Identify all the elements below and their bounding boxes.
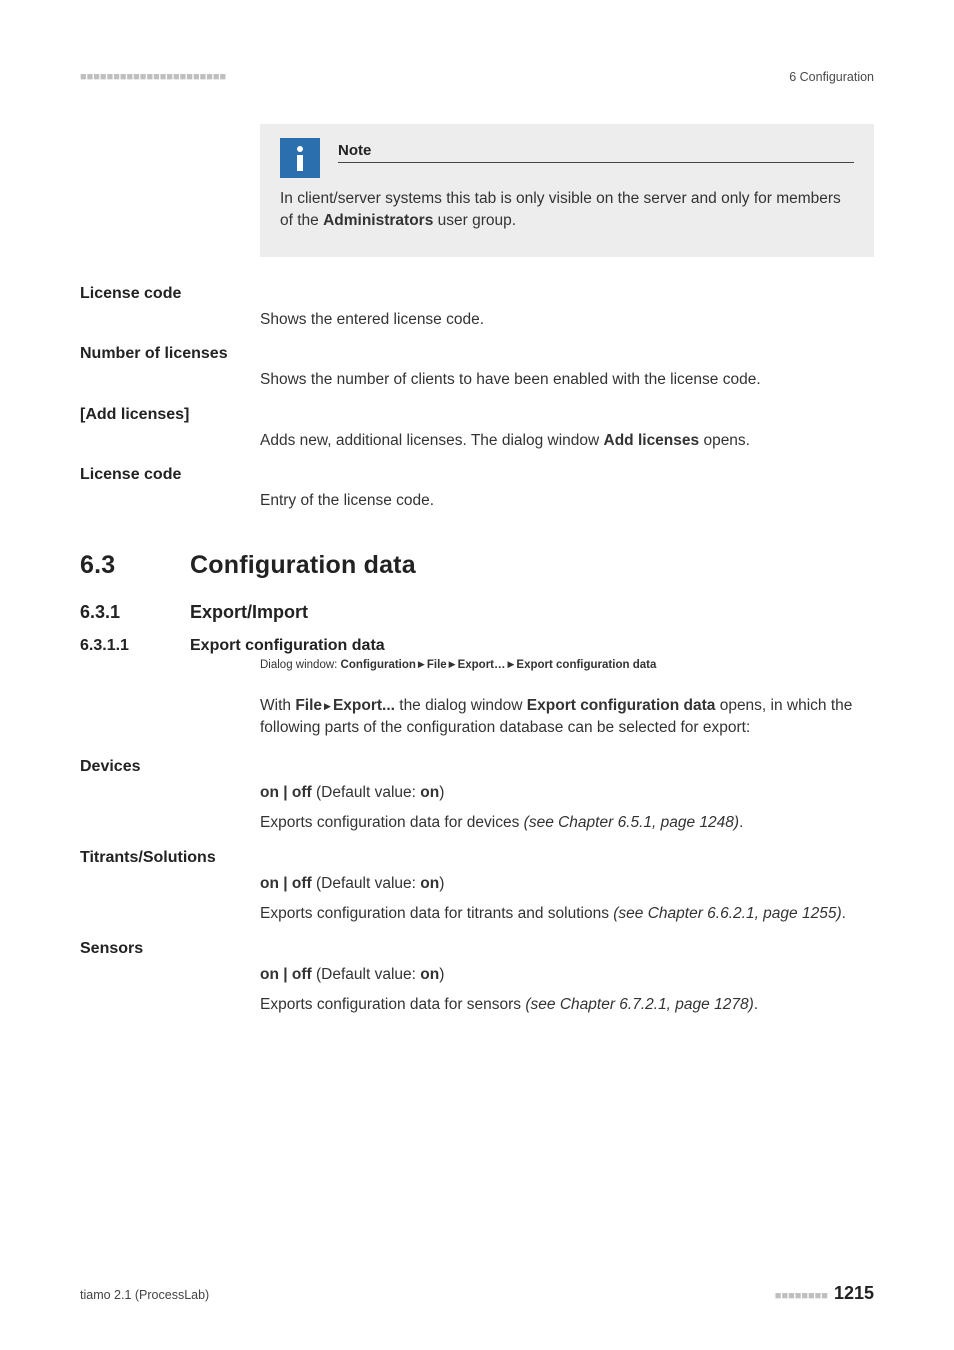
triangle-icon: ▶ — [416, 659, 427, 670]
option-label: Titrants/Solutions — [80, 849, 260, 926]
option-default-mid: (Default value: — [312, 966, 421, 983]
subsubsection-title: Export configuration data — [190, 637, 385, 654]
note-box: Note In client/server systems this tab i… — [260, 124, 874, 257]
triangle-icon: ▶ — [322, 700, 333, 713]
option-group: Titrants/Solutions on | off (Default val… — [80, 849, 874, 926]
option-group: Devices on | off (Default value: on) Exp… — [80, 758, 874, 835]
header-section-label: 6 Configuration — [789, 70, 874, 84]
option-default-val: on — [420, 784, 439, 801]
term-row: License code Entry of the license code. — [80, 466, 874, 512]
term-row: License code Shows the entered license c… — [80, 285, 874, 331]
term-body-post: opens. — [699, 432, 750, 449]
option-default-val: on — [420, 966, 439, 983]
option-default-post: ) — [439, 784, 444, 801]
note-body-post: user group. — [433, 212, 516, 229]
intro-mid: the dialog window — [395, 697, 527, 714]
option-label: Devices — [80, 758, 260, 835]
option-default-mid: (Default value: — [312, 784, 421, 801]
option-desc-ref: (see Chapter 6.5.1, page 1248) — [524, 814, 739, 831]
header-dots: ■■■■■■■■■■■■■■■■■■■■■■ — [80, 71, 226, 83]
option-desc-pre: Exports configuration data for sensors — [260, 996, 525, 1013]
dialog-path-prefix: Dialog window: — [260, 659, 341, 671]
page-header: ■■■■■■■■■■■■■■■■■■■■■■ 6 Configuration — [80, 70, 874, 84]
term-body-bold: Add licenses — [604, 432, 700, 449]
option-default-mid: (Default value: — [312, 875, 421, 892]
option-default-onoff: on | off — [260, 784, 312, 801]
term-row: [Add licenses] Adds new, additional lice… — [80, 406, 874, 452]
option-desc-pre: Exports configuration data for titrants … — [260, 905, 613, 922]
dialog-path-part: Export configuration data — [516, 659, 656, 671]
option-body: on | off (Default value: on) Exports con… — [260, 758, 874, 835]
section-number: 6.3 — [80, 551, 190, 580]
option-desc-pre: Exports configuration data for devices — [260, 814, 524, 831]
intro-bold: Export... — [333, 697, 395, 714]
triangle-icon: ▶ — [506, 659, 517, 670]
term-body: Shows the number of clients to have been… — [260, 345, 874, 391]
term-row: Number of licenses Shows the number of c… — [80, 345, 874, 391]
subsection-title: Export/Import — [190, 602, 308, 622]
info-icon — [280, 138, 320, 178]
intro-bold: Export configuration data — [527, 697, 716, 714]
note-title: Note — [338, 142, 854, 163]
page-footer: tiamo 2.1 (ProcessLab) ■■■■■■■■ 1215 — [80, 1283, 874, 1304]
footer-page-number: 1215 — [834, 1283, 874, 1304]
option-default-post: ) — [439, 966, 444, 983]
dialog-path-part: Configuration — [341, 659, 416, 671]
option-desc-ref: (see Chapter 6.6.2.1, page 1255) — [613, 905, 841, 922]
intro-pre: With — [260, 697, 295, 714]
option-desc-ref: (see Chapter 6.7.2.1, page 1278) — [525, 996, 753, 1013]
option-default-post: ) — [439, 875, 444, 892]
subsection-heading: 6.3.1Export/Import — [80, 602, 874, 623]
option-body: on | off (Default value: on) Exports con… — [260, 849, 874, 926]
option-default-onoff: on | off — [260, 966, 312, 983]
intro-bold: File — [295, 697, 322, 714]
option-group: Sensors on | off (Default value: on) Exp… — [80, 940, 874, 1017]
dialog-path-part: File — [427, 659, 447, 671]
subsubsection-number: 6.3.1.1 — [80, 637, 190, 655]
term-label: [Add licenses] — [80, 406, 260, 452]
option-label: Sensors — [80, 940, 260, 1017]
section-heading: 6.3Configuration data — [80, 551, 874, 580]
option-desc-post: . — [754, 996, 758, 1013]
subsection-number: 6.3.1 — [80, 602, 190, 623]
term-body: Entry of the license code. — [260, 466, 874, 512]
section-title: Configuration data — [190, 551, 416, 579]
note-body-bold: Administrators — [323, 212, 433, 229]
option-desc-post: . — [739, 814, 743, 831]
term-label: Number of licenses — [80, 345, 260, 391]
term-label: License code — [80, 285, 260, 331]
term-body: Shows the entered license code. — [260, 285, 874, 331]
triangle-icon: ▶ — [447, 659, 458, 670]
footer-dots: ■■■■■■■■ — [775, 1290, 828, 1302]
subsubsection-heading: 6.3.1.1Export configuration data — [80, 637, 874, 655]
term-body-pre: Adds new, additional licenses. The dialo… — [260, 432, 604, 449]
option-default-val: on — [420, 875, 439, 892]
term-body: Adds new, additional licenses. The dialo… — [260, 406, 874, 452]
note-body: In client/server systems this tab is onl… — [280, 188, 854, 233]
term-label: License code — [80, 466, 260, 512]
intro-paragraph: With File▶Export... the dialog window Ex… — [260, 695, 874, 740]
option-desc-post: . — [842, 905, 846, 922]
option-body: on | off (Default value: on) Exports con… — [260, 940, 874, 1017]
footer-product: tiamo 2.1 (ProcessLab) — [80, 1288, 209, 1302]
dialog-path-part: Export… — [458, 659, 506, 671]
option-default-onoff: on | off — [260, 875, 312, 892]
dialog-path: Dialog window: Configuration▶File▶Export… — [260, 659, 874, 671]
